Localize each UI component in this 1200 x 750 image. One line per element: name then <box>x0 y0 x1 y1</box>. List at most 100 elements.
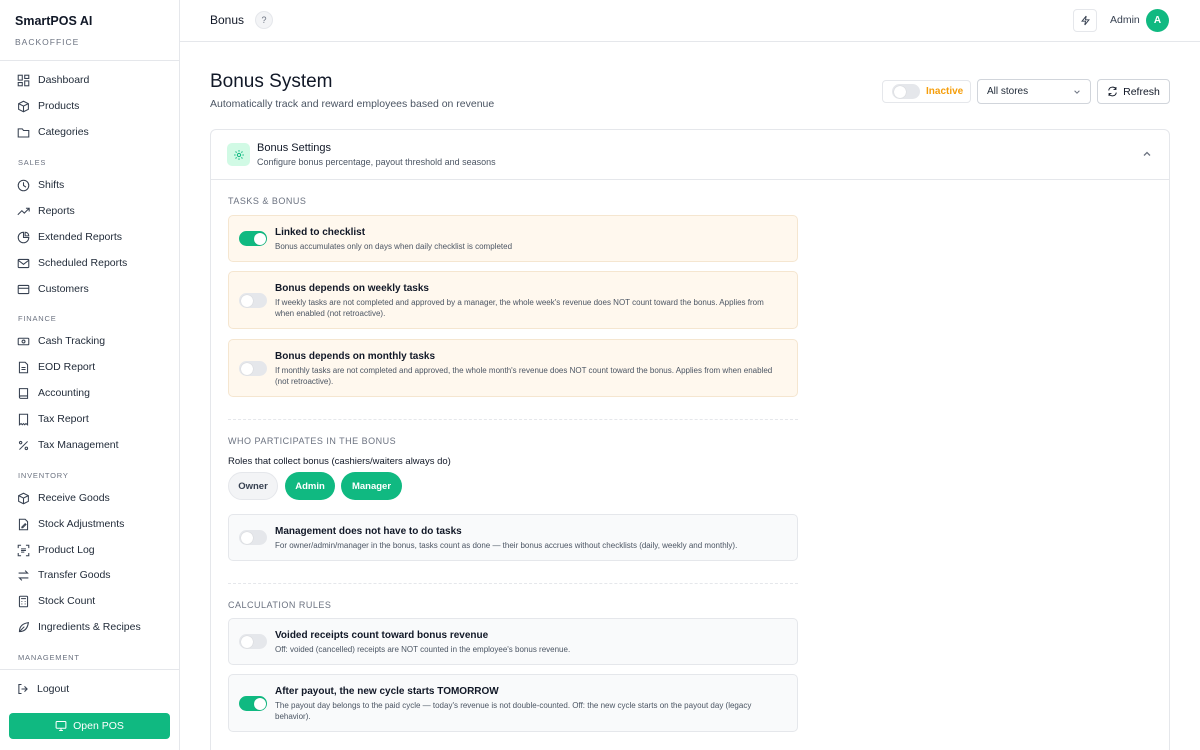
sidebar-item-label: Extended Reports <box>38 231 123 243</box>
voided-receipts-toggle[interactable] <box>239 634 267 649</box>
bonus-settings-header[interactable]: Bonus Settings Configure bonus percentag… <box>211 130 1169 180</box>
sidebar-item-shifts[interactable]: Shifts <box>17 174 167 196</box>
sidebar-item-categories[interactable]: Categories <box>17 121 167 143</box>
status-label: Inactive <box>926 86 964 97</box>
role-manager-chip[interactable]: Manager <box>341 472 402 500</box>
sidebar-item-eod-report[interactable]: EOD Report <box>17 356 167 378</box>
sidebar-item-label: Dashboard <box>38 74 90 86</box>
sidebar-item-label: Receive Goods <box>38 492 110 504</box>
option-description: If monthly tasks are not completed and a… <box>275 366 773 386</box>
chevron-up-icon[interactable] <box>1142 149 1152 159</box>
grid-icon <box>17 74 30 86</box>
section-finance: FINANCE <box>18 314 57 323</box>
section-management: MANAGEMENT <box>18 653 80 662</box>
sidebar-item-cash-tracking[interactable]: Cash Tracking <box>17 330 167 352</box>
sidebar-item-label: Reports <box>38 205 75 217</box>
sidebar-item-tax-management[interactable]: Tax Management <box>17 434 167 456</box>
bonus-settings-card: Bonus Settings Configure bonus percentag… <box>210 129 1170 750</box>
sidebar-item-label: Stock Count <box>38 595 96 607</box>
clock-icon <box>17 179 30 191</box>
sidebar-item-products[interactable]: Products <box>17 95 167 117</box>
open-pos-button[interactable]: Open POS <box>9 713 170 739</box>
role-owner-chip[interactable]: Owner <box>228 472 278 500</box>
monitor-icon <box>55 720 67 732</box>
page-subtitle: Automatically track and reward employees… <box>210 98 495 110</box>
chevron-down-icon <box>1074 89 1080 94</box>
card-title: Bonus Settings <box>257 142 331 154</box>
payout-cycle-toggle[interactable] <box>239 696 267 711</box>
management-tasks-toggle[interactable] <box>239 530 267 545</box>
participants-heading: WHO PARTICIPATES IN THE BONUS <box>228 436 397 446</box>
weekly-tasks-toggle[interactable] <box>239 293 267 308</box>
quick-actions-button[interactable] <box>1073 9 1097 32</box>
role-admin-chip[interactable]: Admin <box>285 472 335 500</box>
avatar[interactable]: A <box>1146 9 1169 32</box>
sidebar-item-accounting[interactable]: Accounting <box>17 382 167 404</box>
option-description: If weekly tasks are not completed and ap… <box>275 298 764 318</box>
file-icon <box>18 361 29 373</box>
store-select[interactable]: All stores <box>977 79 1091 104</box>
linked-checklist-toggle[interactable] <box>239 231 267 246</box>
sidebar-item-transfer-goods[interactable]: Transfer Goods <box>17 564 167 586</box>
sidebar-item-extended-reports[interactable]: Extended Reports <box>17 226 167 248</box>
book-icon <box>18 387 29 399</box>
sidebar-item-label: Categories <box>38 126 89 138</box>
option-payout-cycle: After payout, the new cycle starts TOMOR… <box>228 674 798 732</box>
logout-button[interactable]: Logout <box>17 683 69 695</box>
option-voided-receipts: Voided receipts count toward bonus reven… <box>228 618 798 665</box>
option-description: Off: voided (cancelled) receipts are NOT… <box>275 645 571 654</box>
sidebar-divider <box>0 669 179 670</box>
monthly-tasks-toggle[interactable] <box>239 361 267 376</box>
sidebar-item-dashboard[interactable]: Dashboard <box>17 69 167 91</box>
option-weekly-tasks: Bonus depends on weekly tasks If weekly … <box>228 271 798 329</box>
sidebar-item-product-log[interactable]: Product Log <box>17 539 167 561</box>
sidebar-item-scheduled-reports[interactable]: Scheduled Reports <box>17 252 167 274</box>
option-title: Bonus depends on weekly tasks <box>275 283 429 294</box>
sidebar-item-customers[interactable]: Customers <box>17 278 167 300</box>
transfer-icon <box>18 569 29 581</box>
option-title: After payout, the new cycle starts TOMOR… <box>275 686 499 697</box>
sidebar-item-label: Stock Adjustments <box>38 518 125 530</box>
sidebar-item-label: Products <box>38 100 80 112</box>
scan-icon <box>17 544 30 556</box>
option-title: Voided receipts count toward bonus reven… <box>275 630 489 641</box>
pie-chart-icon <box>17 231 30 243</box>
sidebar-item-label: Scheduled Reports <box>38 257 128 269</box>
option-description: For owner/admin/manager in the bonus, ta… <box>275 541 738 550</box>
help-icon[interactable]: ? <box>255 11 273 29</box>
toggle-switch[interactable] <box>892 84 920 99</box>
sidebar-item-stock-count[interactable]: Stock Count <box>17 590 167 612</box>
app-name: SmartPOS AI <box>15 14 93 28</box>
folder-icon <box>17 127 30 137</box>
refresh-label: Refresh <box>1123 85 1160 98</box>
roles-label: Roles that collect bonus (cashiers/waite… <box>228 456 451 467</box>
sidebar-item-receive-goods[interactable]: Receive Goods <box>17 487 167 509</box>
card-subtitle: Configure bonus percentage, payout thres… <box>257 157 496 167</box>
sidebar-item-label: Customers <box>38 283 89 295</box>
card-icon <box>17 284 30 294</box>
sidebar-item-stock-adjustments[interactable]: Stock Adjustments <box>17 513 167 535</box>
option-title: Linked to checklist <box>275 227 366 238</box>
sidebar-item-label: Cash Tracking <box>38 335 106 347</box>
option-description: Bonus accumulates only on days when dail… <box>275 242 513 251</box>
sidebar-item-reports[interactable]: Reports <box>17 200 167 222</box>
bonus-status-toggle[interactable]: Inactive <box>882 80 971 103</box>
box-icon <box>18 100 29 112</box>
section-divider <box>228 419 798 420</box>
mail-icon <box>17 258 30 268</box>
store-select-value: All stores <box>987 86 1029 97</box>
sidebar-item-label: EOD Report <box>38 361 96 373</box>
option-monthly-tasks: Bonus depends on monthly tasks If monthl… <box>228 339 798 397</box>
sidebar-item-ingredients[interactable]: Ingredients & Recipes <box>17 616 167 638</box>
user-name[interactable]: Admin <box>1110 14 1140 26</box>
refresh-button[interactable]: Refresh <box>1097 79 1170 104</box>
section-inventory: INVENTORY <box>18 471 69 480</box>
open-pos-label: Open POS <box>73 720 124 732</box>
section-divider <box>228 583 798 584</box>
trending-up-icon <box>17 207 30 215</box>
sidebar-item-label: Tax Management <box>38 439 119 451</box>
sidebar-item-tax-report[interactable]: Tax Report <box>17 408 167 430</box>
logout-label: Logout <box>37 683 70 695</box>
sidebar-item-label: Accounting <box>38 387 90 399</box>
file-edit-icon <box>18 518 29 530</box>
